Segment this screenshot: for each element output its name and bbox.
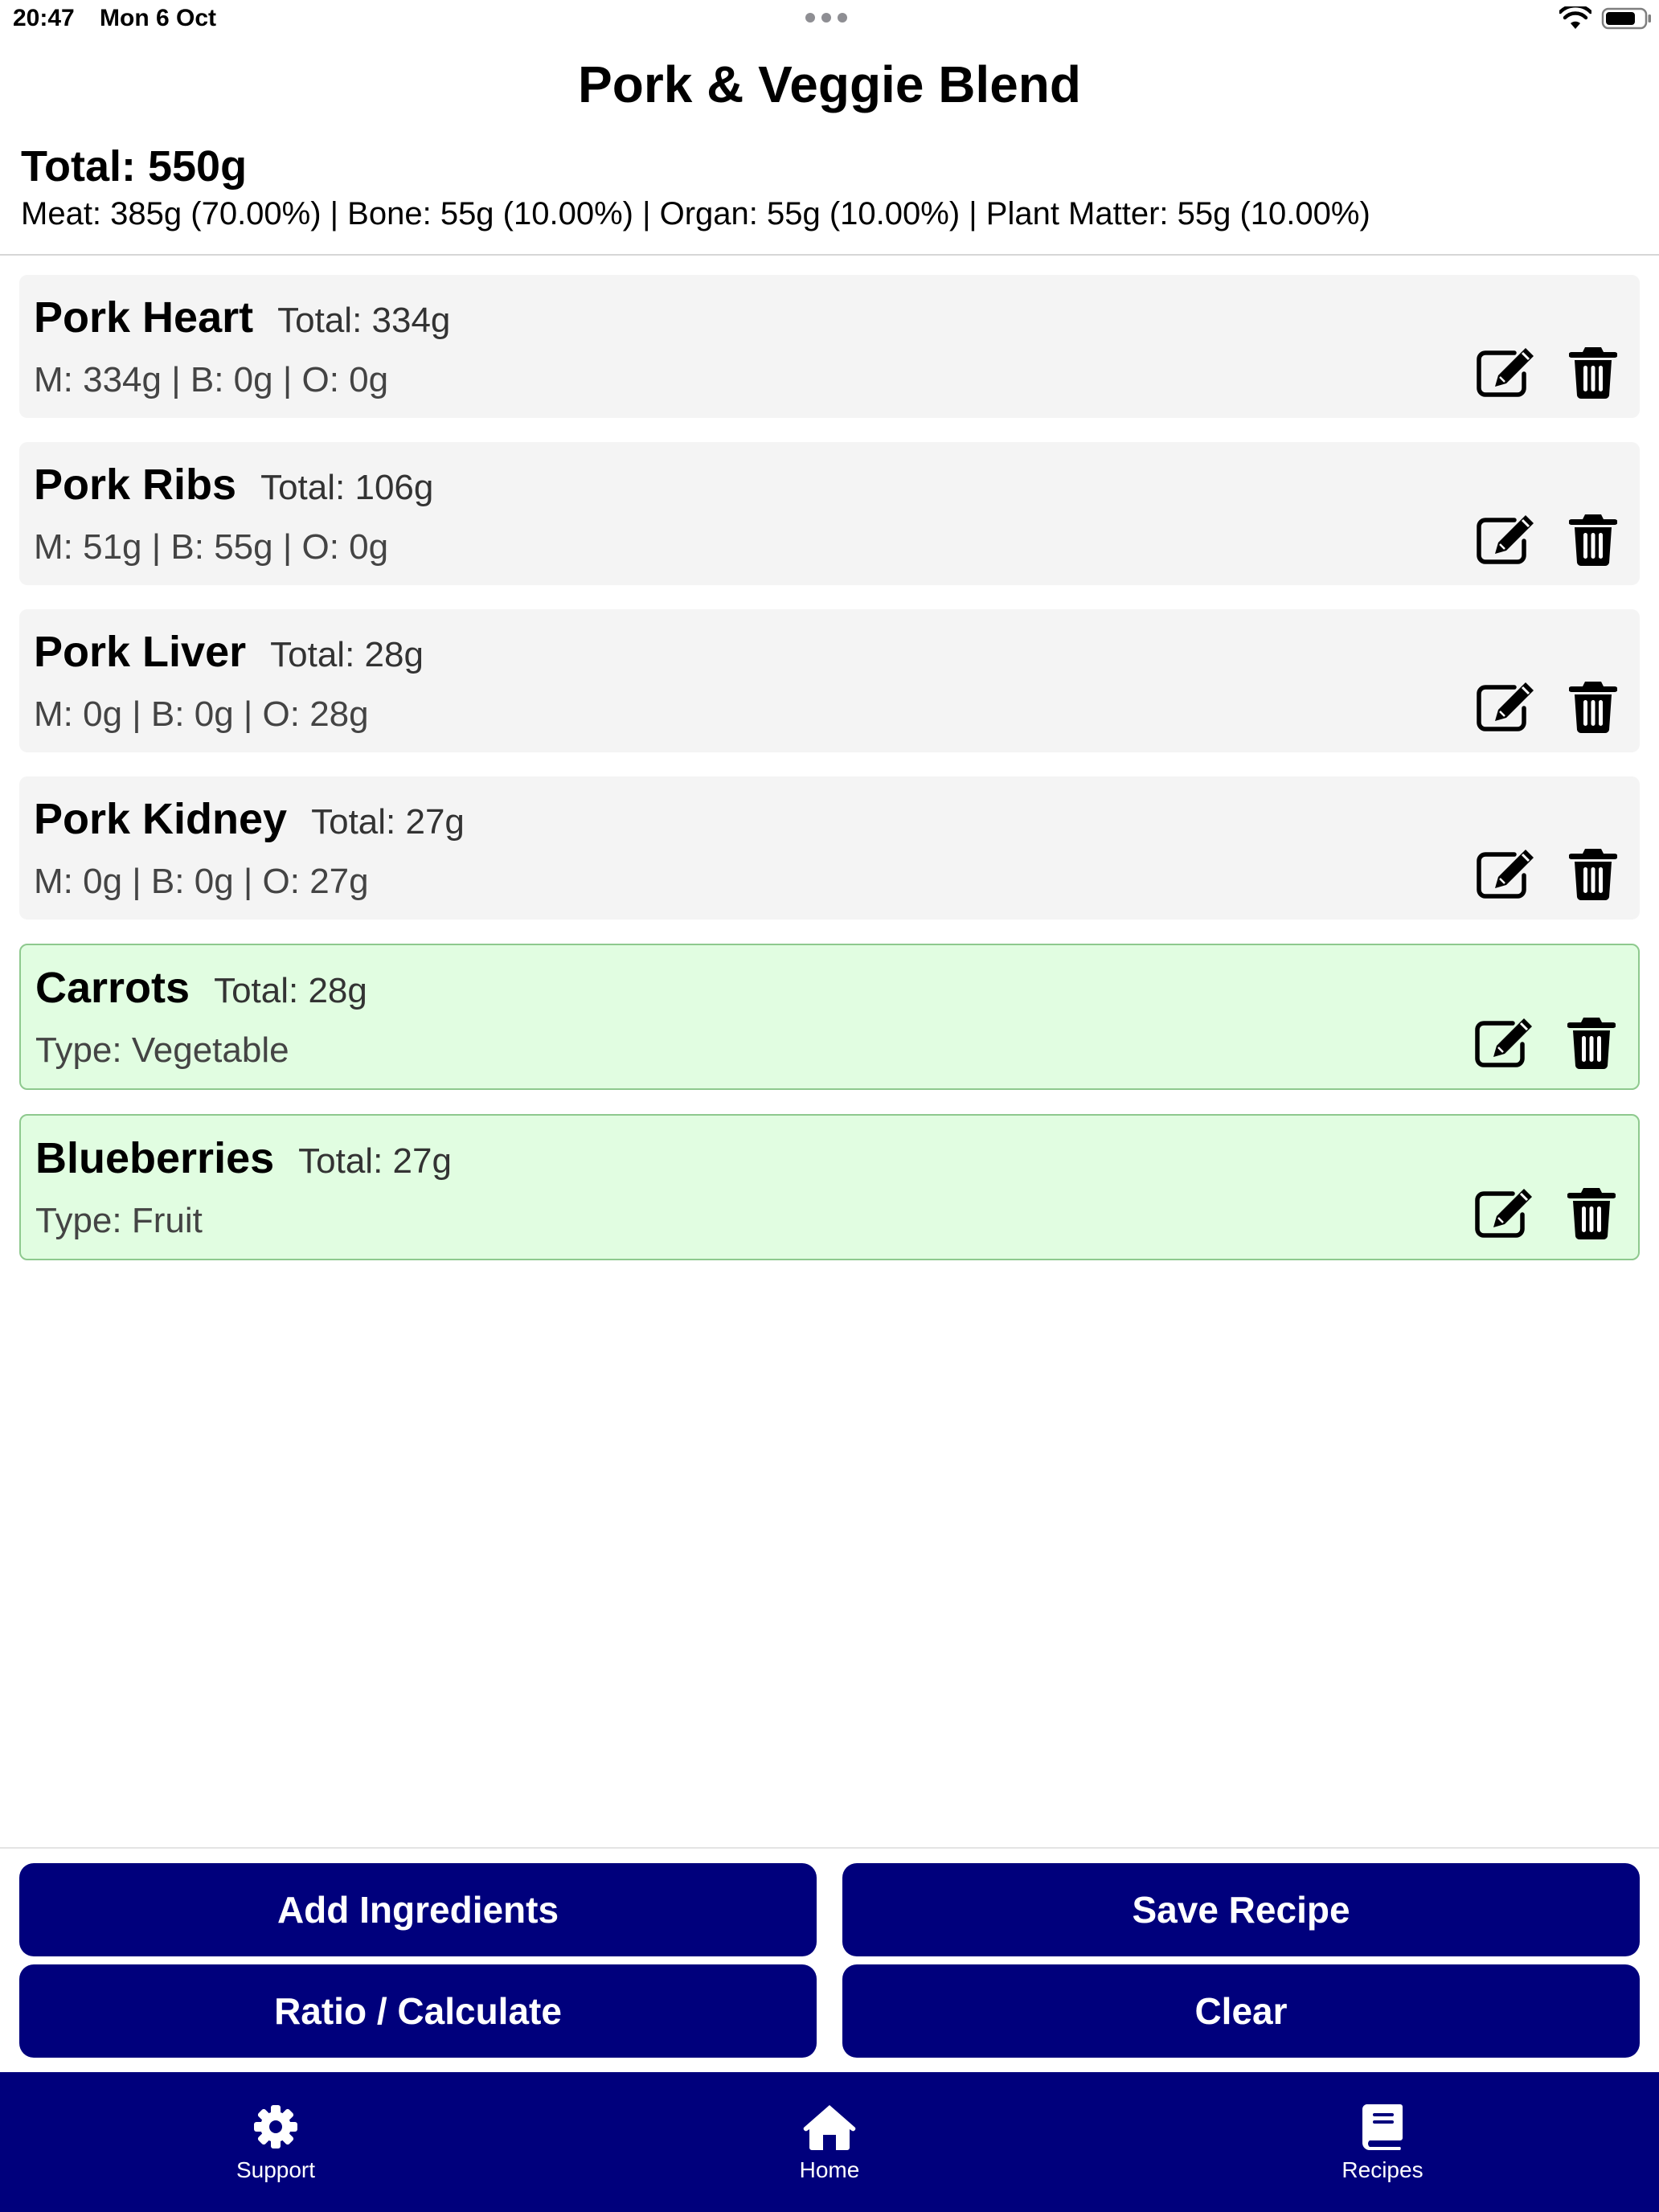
- edit-icon[interactable]: [1476, 678, 1537, 735]
- wifi-icon: [1559, 6, 1591, 29]
- trash-icon[interactable]: [1563, 511, 1624, 567]
- ingredient-detail: Type: Vegetable: [35, 1030, 289, 1070]
- page-title: Pork & Veggie Blend: [578, 55, 1081, 113]
- ingredient-name-text: Carrots: [35, 964, 190, 1012]
- ingredient-card: Carrots Total: 28g Type: Vegetable: [19, 944, 1640, 1090]
- bottom-divider: [0, 1847, 1659, 1849]
- ingredient-actions: [1476, 678, 1624, 735]
- ingredient-actions: [1474, 1014, 1622, 1071]
- status-date: Mon 6 Oct: [100, 5, 217, 31]
- status-indicators: [1559, 6, 1653, 31]
- trash-icon[interactable]: [1563, 846, 1624, 902]
- home-icon: [803, 2105, 856, 2150]
- battery-icon: [1601, 7, 1651, 30]
- trash-icon[interactable]: [1561, 1185, 1622, 1241]
- ingredient-card: Pork Liver Total: 28g M: 0g | B: 0g | O: …: [19, 609, 1640, 752]
- ingredient-list: Pork Heart Total: 334g M: 334g | B: 0g | …: [19, 275, 1640, 1284]
- ingredient-total: Total: 28g: [214, 971, 367, 1010]
- trash-icon[interactable]: [1563, 344, 1624, 400]
- header-divider: [0, 254, 1659, 256]
- ingredient-name: Blueberries Total: 27g: [35, 1133, 452, 1183]
- tab-home[interactable]: Home: [709, 2103, 950, 2183]
- tab-recipes[interactable]: Recipes: [1262, 2103, 1503, 2183]
- ingredient-total: Total: 27g: [298, 1141, 452, 1181]
- ingredient-card: Pork Ribs Total: 106g M: 51g | B: 55g | O…: [19, 442, 1640, 585]
- recipe-total: Total: 550g: [21, 142, 248, 190]
- ingredient-actions: [1474, 1185, 1622, 1241]
- ingredient-name-text: Pork Ribs: [34, 461, 237, 509]
- edit-icon[interactable]: [1474, 1014, 1535, 1071]
- edit-icon[interactable]: [1476, 846, 1537, 902]
- ingredient-card: Pork Heart Total: 334g M: 334g | B: 0g | …: [19, 275, 1640, 418]
- tab-bar: Support Home Recipes: [0, 2072, 1659, 2212]
- ingredient-detail: M: 51g | B: 55g | O: 0g: [34, 527, 389, 567]
- ingredient-name: Pork Liver Total: 28g: [34, 627, 424, 677]
- ingredient-name-text: Pork Liver: [34, 628, 247, 676]
- ingredient-name-text: Blueberries: [35, 1134, 275, 1182]
- save-recipe-button[interactable]: Save Recipe: [842, 1863, 1640, 1956]
- status-time: 20:47: [13, 5, 75, 31]
- edit-icon[interactable]: [1476, 511, 1537, 567]
- ingredient-actions: [1476, 344, 1624, 400]
- trash-icon[interactable]: [1561, 1014, 1622, 1071]
- ingredient-detail: Type: Fruit: [35, 1201, 203, 1240]
- gear-icon: [254, 2105, 297, 2149]
- ingredient-actions: [1476, 846, 1624, 902]
- trash-icon[interactable]: [1563, 678, 1624, 735]
- ingredient-name-text: Pork Kidney: [34, 795, 288, 843]
- ingredient-total: Total: 106g: [260, 468, 434, 507]
- ingredient-detail: M: 0g | B: 0g | O: 28g: [34, 694, 369, 734]
- add-ingredients-button[interactable]: Add Ingredients: [19, 1863, 817, 1956]
- edit-icon[interactable]: [1476, 344, 1537, 400]
- clear-button[interactable]: Clear: [842, 1964, 1640, 2058]
- ingredient-name: Pork Heart Total: 334g: [34, 293, 450, 342]
- ingredient-card: Pork Kidney Total: 27g M: 0g | B: 0g | O:…: [19, 776, 1640, 920]
- ingredient-name: Pork Ribs Total: 106g: [34, 460, 433, 510]
- book-icon: [1362, 2104, 1403, 2150]
- recipe-breakdown: Meat: 385g (70.00%) | Bone: 55g (10.00%)…: [21, 196, 1370, 231]
- ingredient-detail: M: 334g | B: 0g | O: 0g: [34, 360, 389, 399]
- tab-home-label: Home: [799, 2157, 860, 2182]
- multitasking-dots-icon[interactable]: [805, 13, 847, 23]
- edit-icon[interactable]: [1474, 1185, 1535, 1241]
- tab-support[interactable]: Support: [155, 2103, 396, 2183]
- tab-recipes-label: Recipes: [1342, 2157, 1423, 2182]
- ingredient-name: Pork Kidney Total: 27g: [34, 794, 465, 844]
- ingredient-total: Total: 28g: [270, 635, 424, 674]
- ratio-calculate-button[interactable]: Ratio / Calculate: [19, 1964, 817, 2058]
- ingredient-name-text: Pork Heart: [34, 293, 254, 342]
- ingredient-actions: [1476, 511, 1624, 567]
- ingredient-total: Total: 27g: [311, 802, 465, 842]
- ingredient-detail: M: 0g | B: 0g | O: 27g: [34, 862, 369, 901]
- ingredient-name: Carrots Total: 28g: [35, 963, 367, 1013]
- status-bar: 20:47 Mon 6 Oct: [0, 0, 1659, 40]
- ingredient-total: Total: 334g: [277, 301, 451, 340]
- ingredient-card: Blueberries Total: 27g Type: Fruit: [19, 1114, 1640, 1260]
- tab-support-label: Support: [236, 2157, 316, 2182]
